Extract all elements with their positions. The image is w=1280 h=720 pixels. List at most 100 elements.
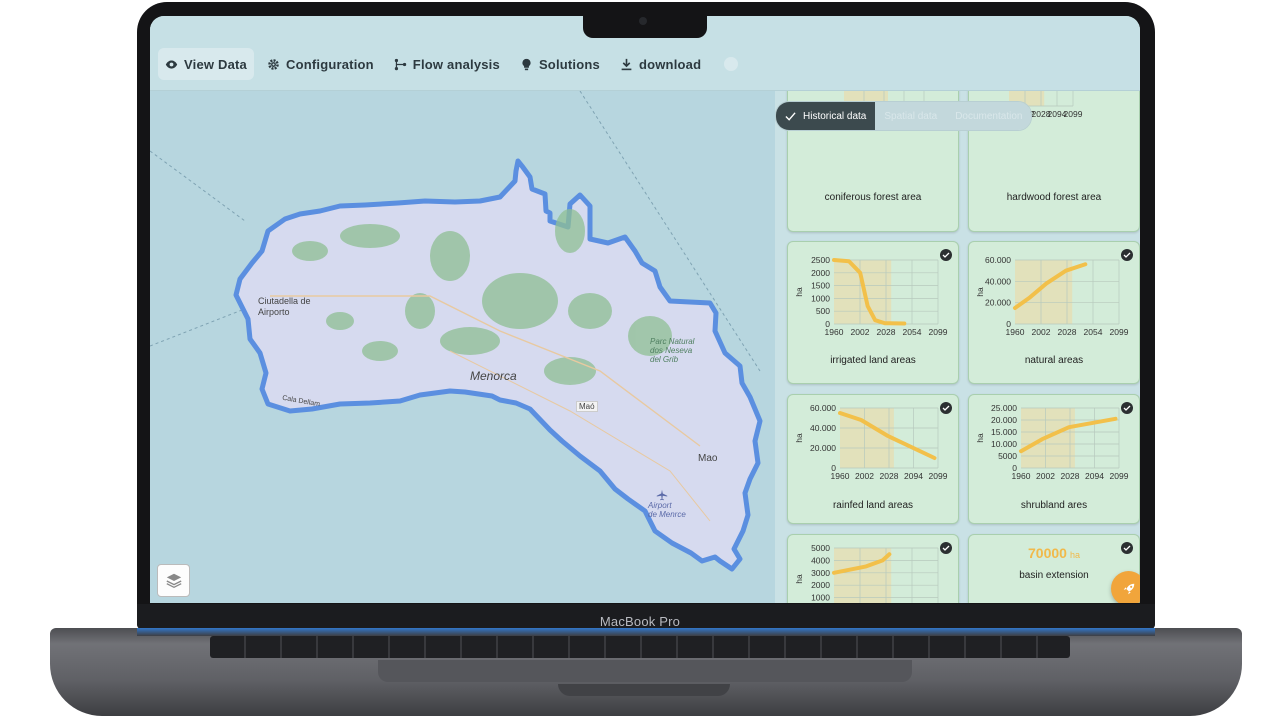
tab-spatial-data[interactable]: Spatial data [875, 102, 947, 130]
nav-menu: View Data Configuration Flow analysis So… [158, 48, 739, 80]
chart-card[interactable]: 5000400030002000100001960200220252034209… [787, 534, 959, 603]
layers-icon [165, 573, 182, 588]
y-axis-label: ha [975, 287, 985, 297]
tab-historical-data[interactable]: Historical data [776, 102, 876, 130]
chart-card[interactable]: 60.000 40.000 20.000 0 1960 2002 2028 2094 2099 h… [787, 394, 959, 524]
trackpad [378, 660, 912, 682]
card-title: hardwood forest area [1006, 192, 1102, 203]
line-chart: 5000400030002000100001960200220252034209… [794, 543, 939, 603]
y-axis-label: ha [794, 287, 804, 297]
card-title: shrubland ares [1020, 500, 1088, 511]
checkmark-icon [785, 111, 796, 121]
x-tick-label: 2028 [1058, 327, 1077, 337]
map-label-menorca: Menorca [470, 369, 517, 383]
x-tick-label: 2099 [929, 327, 948, 337]
camera-icon [639, 17, 647, 25]
y-axis-label: ha [975, 433, 985, 443]
y-tick-label: 1500 [811, 281, 830, 291]
y-tick-label: 60.000 [985, 255, 1011, 265]
x-tick-label: 1960 [831, 471, 850, 481]
x-tick-label: 2094 [904, 471, 923, 481]
gear-icon [268, 58, 279, 70]
layers-button[interactable] [157, 564, 190, 597]
y-tick-label: 500 [816, 306, 830, 316]
checked-icon[interactable] [940, 542, 952, 554]
checked-icon[interactable] [1121, 402, 1133, 414]
tab-documentation[interactable]: Documentation [946, 102, 1032, 130]
x-tick-label: 2094 [1085, 471, 1104, 481]
y-tick-label: 3000 [811, 568, 830, 578]
y-tick-label: 2000 [811, 580, 830, 590]
y-tick-label: 5000 [811, 543, 830, 553]
panel-tabs: Historical data Spatial data Documentati… [775, 101, 1033, 131]
checked-icon[interactable] [940, 249, 952, 261]
nav-configuration[interactable]: Configuration [260, 48, 381, 80]
nav-label: Solutions [538, 56, 600, 72]
x-tick-label: 1960 [825, 327, 844, 337]
eye-icon [165, 59, 178, 69]
app-screen: View Data Configuration Flow analysis So… [150, 16, 1140, 603]
tab-label: Spatial data [884, 110, 938, 122]
nav-label: View Data [184, 56, 247, 72]
x-tick-label: 2099 [1064, 109, 1083, 119]
x-tick-label: 2028 [877, 327, 896, 337]
rocket-icon [1123, 583, 1134, 594]
x-tick-label: 1960 [1012, 471, 1031, 481]
laptop-lip [558, 684, 730, 696]
chart-card[interactable]: 60.000 40.000 20.000 0 1960 2002 2028 2054 2099 h… [968, 241, 1140, 384]
nav-label: Configuration [285, 56, 374, 72]
checked-icon[interactable] [1121, 249, 1133, 261]
download-icon [621, 58, 632, 70]
x-tick-label: 2002 [1036, 471, 1055, 481]
help-button[interactable] [724, 57, 739, 71]
card-title: coniferous forest area [824, 192, 922, 203]
y-tick-label: 4000 [811, 555, 830, 565]
y-tick-label: 5000 [998, 451, 1017, 461]
y-tick-label: 60.000 [810, 403, 836, 413]
x-tick-label: 2099 [929, 471, 948, 481]
y-tick-label: 40.000 [810, 423, 836, 433]
x-tick-label: 2028 [880, 471, 899, 481]
map-label-ciutadella: Ciutadella de Airporto [258, 296, 311, 317]
y-tick-label: 25.000 [991, 403, 1017, 413]
nav-flow-analysis[interactable]: Flow analysis [387, 48, 507, 80]
value-unit: ha [1069, 550, 1080, 560]
card-title: rainfed land areas [832, 500, 914, 511]
chart-card[interactable]: 2500 2000 1500 1000 500 0 1960 2002 2028 2054 2099… [787, 241, 959, 384]
map-label-road: Maó [576, 401, 598, 412]
y-axis-label: ha [794, 433, 804, 443]
nav-solutions[interactable]: Solutions [513, 48, 607, 80]
x-tick-label: 2054 [903, 327, 922, 337]
card-title: natural areas [1024, 355, 1084, 366]
device-brand: MacBook Pro [599, 614, 681, 629]
lightbulb-icon [522, 58, 531, 70]
chart-highlight-band [1015, 260, 1073, 324]
map-view[interactable]: Ciutadella de Airporto Menorca Parc Natu… [150, 91, 775, 603]
x-tick-label: 2002 [851, 327, 870, 337]
tab-label: Documentation [955, 110, 1023, 122]
chart-highlight-band [834, 548, 892, 603]
checked-icon[interactable] [940, 402, 952, 414]
x-tick-label: 2054 [1084, 327, 1103, 337]
laptop-hinge [137, 628, 1155, 636]
y-tick-label: 20.000 [991, 415, 1017, 425]
nav-view-data[interactable]: View Data [158, 48, 254, 80]
chart-card[interactable]: 25.000 20.000 15.000 10.000 5000 0 1960 2002 202… [968, 394, 1140, 524]
nav-label: download [638, 56, 702, 72]
map-label-airport: Airport de Menrce [648, 501, 686, 519]
y-axis-label: ha [794, 574, 804, 584]
card-title: irrigated land areas [830, 355, 916, 366]
y-tick-label: 10.000 [991, 439, 1017, 449]
y-tick-label: 1000 [811, 293, 830, 303]
launch-button[interactable] [1111, 571, 1140, 603]
y-tick-label: 15.000 [991, 427, 1017, 437]
x-tick-label: 2002 [855, 471, 874, 481]
keyboard [210, 636, 1070, 658]
tab-label: Historical data [803, 110, 867, 122]
y-tick-label: 20.000 [810, 443, 836, 453]
flow-icon [394, 58, 406, 70]
y-tick-label: 40.000 [985, 276, 1011, 286]
nav-download[interactable]: download [613, 48, 708, 80]
y-tick-label: 1000 [811, 593, 830, 603]
y-tick-label: 20.000 [985, 298, 1011, 308]
